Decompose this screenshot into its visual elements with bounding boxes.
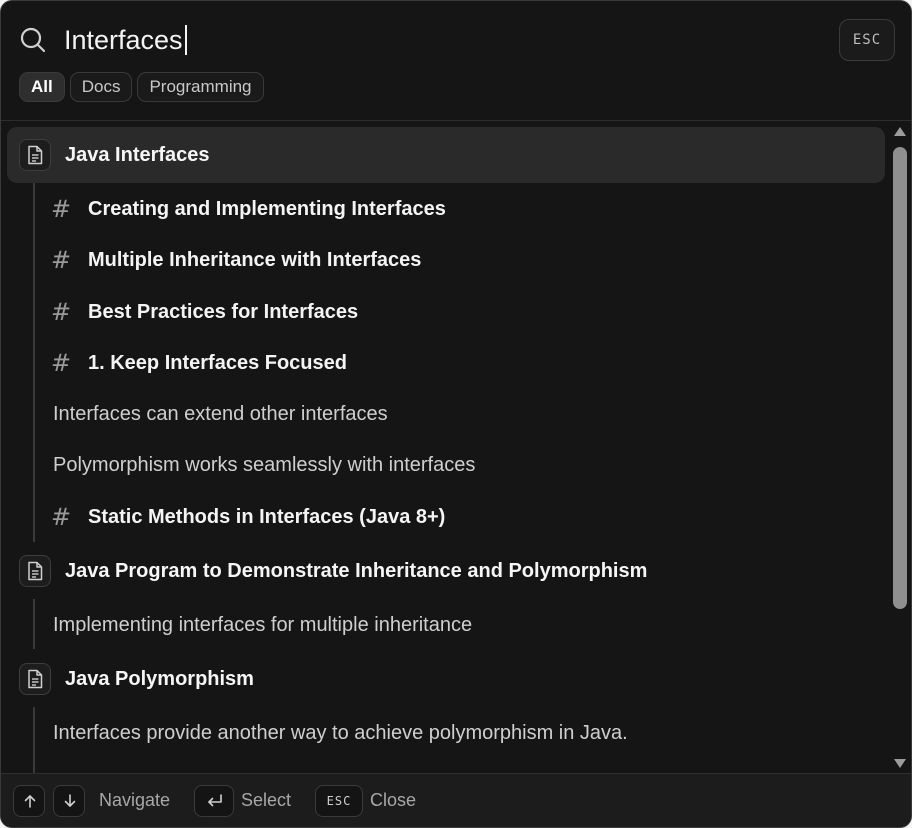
result-text[interactable]: Implementing interfaces for multiple inh… xyxy=(7,603,885,647)
text-caret xyxy=(185,25,187,55)
page-title: Java Interfaces xyxy=(65,143,210,166)
heading-title: Best Practices for Interfaces xyxy=(88,300,359,323)
text-snippet: Polymorphism works seamlessly with inter… xyxy=(53,453,476,476)
hash-icon: # xyxy=(51,298,72,326)
document-icon xyxy=(19,555,51,587)
heading-title: Creating and Implementing Interfaces xyxy=(88,197,446,220)
results-list: Java Interfaces # Creating and Implement… xyxy=(1,121,889,774)
result-text[interactable]: Interfaces provide another way to achiev… xyxy=(7,711,885,755)
hash-icon: # xyxy=(51,349,72,377)
result-heading[interactable]: # Static Methods in Interfaces (Java 8+) xyxy=(7,495,885,539)
result-heading[interactable]: # 1. Keep Interfaces Focused xyxy=(7,341,885,385)
search-input[interactable] xyxy=(64,19,764,61)
hash-icon: # xyxy=(51,195,72,223)
heading-title: Static Methods in Interfaces (Java 8+) xyxy=(88,505,446,528)
results-scrollbar[interactable] xyxy=(889,121,911,774)
heading-title: 1. Keep Interfaces Focused xyxy=(88,351,347,374)
filter-chips: All Docs Programming xyxy=(19,72,264,102)
filter-chip-docs[interactable]: Docs xyxy=(69,72,133,102)
document-icon xyxy=(19,139,51,171)
scroll-thumb[interactable] xyxy=(893,147,907,609)
heading-title: Multiple Inheritance with Interfaces xyxy=(88,248,422,271)
page-title: Java Program to Demonstrate Inheritance … xyxy=(65,559,648,582)
arrow-up-key xyxy=(13,785,45,817)
search-icon xyxy=(20,27,46,53)
esc-key: ESC xyxy=(315,785,363,817)
text-snippet: Interfaces can extend other interfaces xyxy=(53,402,388,425)
result-heading[interactable]: # Multiple Inheritance with Interfaces xyxy=(7,238,885,282)
scroll-up-arrow-icon[interactable] xyxy=(894,127,906,136)
result-text[interactable]: Polymorphism works seamlessly with inter… xyxy=(7,443,885,487)
keyboard-hints-footer: Navigate Select ESC Close xyxy=(1,773,911,827)
filter-chip-programming[interactable]: Programming xyxy=(137,72,264,102)
result-page[interactable]: Java Program to Demonstrate Inheritance … xyxy=(7,543,885,599)
enter-key xyxy=(194,785,234,817)
result-heading[interactable]: # Creating and Implementing Interfaces xyxy=(7,187,885,231)
arrow-up-icon xyxy=(24,795,36,808)
close-hint-label: Close xyxy=(370,790,417,810)
esc-button[interactable]: ESC xyxy=(839,19,895,61)
page-title: Java Polymorphism xyxy=(65,667,254,690)
search-dialog: ESC All Docs Programming Java Interfaces xyxy=(0,0,912,828)
hash-icon: # xyxy=(51,503,72,531)
enter-icon xyxy=(208,794,222,807)
text-snippet: Interfaces provide another way to achiev… xyxy=(53,721,628,744)
result-text[interactable]: Interfaces can extend other interfaces xyxy=(7,392,885,436)
scroll-down-arrow-icon[interactable] xyxy=(894,759,906,768)
result-page[interactable]: Java Polymorphism xyxy=(7,651,885,707)
select-hint-label: Select xyxy=(241,790,292,810)
document-icon xyxy=(19,663,51,695)
result-page[interactable]: Java Interfaces xyxy=(7,127,885,183)
text-snippet: Implementing interfaces for multiple inh… xyxy=(53,613,473,636)
result-heading[interactable]: # Best Practices for Interfaces xyxy=(7,290,885,334)
arrow-down-key xyxy=(53,785,85,817)
arrow-down-icon xyxy=(64,794,76,807)
search-bar: ESC xyxy=(1,1,911,71)
filter-chip-all[interactable]: All xyxy=(19,72,65,102)
hash-icon: # xyxy=(51,246,72,274)
navigate-hint-label: Navigate xyxy=(99,790,171,810)
